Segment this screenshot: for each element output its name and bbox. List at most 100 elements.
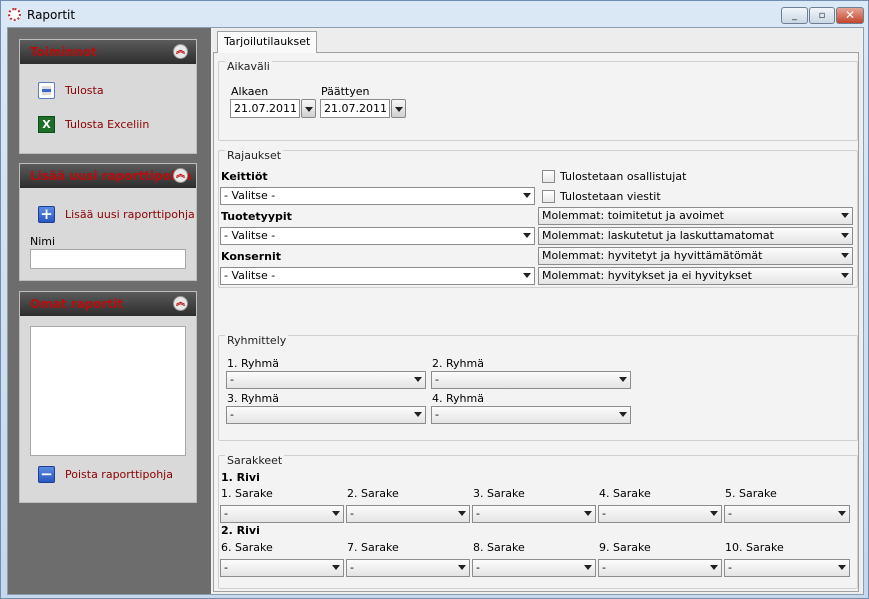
period-title: Aikaväli [225,60,272,73]
report-window: Raportit _ ▫ ✕ Toiminnot ︽ Tulosta X Tul… [0,0,869,599]
column7-select[interactable]: - [346,559,470,577]
credits-select[interactable]: Molemmat: hyvitykset ja ei hyvitykset [538,267,853,285]
chevron-down-icon [523,193,531,198]
print-messages-checkbox[interactable] [542,190,555,203]
print-participants-label: Tulostetaan osallistujat [560,170,687,183]
actions-panel-header[interactable]: Toiminnot ︽ [20,40,196,64]
group3-select[interactable]: - [226,406,426,424]
print-label: Tulosta [65,83,104,97]
credits-value: Molemmat: hyvitykset ja ei hyvitykset [542,269,752,282]
collapse-chevron-icon[interactable]: ︽ [173,296,188,311]
column5-label: 5. Sarake [725,487,777,500]
add-template-panel-title: Lisää uusi raporttipohja [30,169,192,183]
filters-group: Rajaukset Keittiöt - Valitse - Tuotetyyp… [218,149,858,288]
column5-select[interactable]: - [724,505,850,523]
kitchens-select[interactable]: - Valitse - [220,187,535,205]
chevron-down-icon [458,565,466,570]
grouping-group: Ryhmittely 1. Ryhmä - 2. Ryhmä - 3. Ryhm… [218,334,858,441]
maximize-button[interactable]: ▫ [809,7,835,24]
kitchens-label: Keittiöt [221,170,268,183]
print-participants-checkbox[interactable] [542,170,555,183]
groups-select[interactable]: - Valitse - [220,267,535,285]
remove-template-label: Poista raporttipohja [65,467,173,481]
column3-label: 3. Sarake [473,487,525,500]
invoicing-status-select[interactable]: Molemmat: laskutetut ja laskuttamatomat [538,227,853,245]
start-label: Alkaen [231,85,269,98]
print-icon [38,81,55,99]
grouping-title: Ryhmittely [225,334,289,347]
close-button[interactable]: ✕ [836,7,864,24]
column10-select[interactable]: - [724,559,850,577]
chevron-down-icon [619,412,627,417]
credit-status-select[interactable]: Molemmat: hyvitetyt ja hyvittämätömät [538,247,853,265]
minimize-button[interactable]: _ [781,7,808,24]
chevron-down-icon [332,511,340,516]
add-template-panel: Lisää uusi raporttipohja ︽ + Lisää uusi … [19,163,197,281]
column5-value: - [728,507,732,520]
delivery-status-select[interactable]: Molemmat: toimitetut ja avoimet [538,207,853,225]
actions-panel: Toiminnot ︽ Tulosta X Tulosta Exceliin [19,39,197,154]
tab-content: Aikaväli Alkaen 21.07.2011 Päättyen 21.0… [213,52,859,592]
add-template-panel-header[interactable]: Lisää uusi raporttipohja ︽ [20,164,196,188]
column8-label: 8. Sarake [473,541,525,554]
own-reports-list[interactable] [30,326,186,456]
invoicing-status-value: Molemmat: laskutetut ja laskuttamatomat [542,229,774,242]
group3-label: 3. Ryhmä [227,392,279,405]
start-date-input[interactable]: 21.07.2011 [230,99,300,118]
groups-value: - Valitse - [224,269,276,282]
group1-label: 1. Ryhmä [227,357,279,370]
group4-select[interactable]: - [431,406,631,424]
column7-value: - [350,561,354,574]
chevron-down-icon [414,412,422,417]
filters-title: Rajaukset [225,149,284,162]
groups-label: Konsernit [221,250,282,263]
start-date-picker[interactable] [301,99,316,118]
sidebar: Toiminnot ︽ Tulosta X Tulosta Exceliin L… [8,28,211,594]
row2-label: 2. Rivi [221,524,260,537]
end-date-input[interactable]: 21.07.2011 [320,99,390,118]
column6-select[interactable]: - [220,559,344,577]
group2-select[interactable]: - [431,371,631,389]
column4-select[interactable]: - [598,505,722,523]
client-area: Toiminnot ︽ Tulosta X Tulosta Exceliin L… [7,27,864,595]
column8-select[interactable]: - [472,559,596,577]
own-reports-panel-header[interactable]: Omat raportit ︽ [20,292,196,316]
credit-status-value: Molemmat: hyvitetyt ja hyvittämätömät [542,249,763,262]
title-bar[interactable]: Raportit _ ▫ ✕ [1,1,868,29]
minus-icon: − [38,465,55,483]
collapse-chevron-icon[interactable]: ︽ [173,168,188,183]
chevron-down-icon [841,273,849,278]
print-link[interactable]: Tulosta [38,80,104,100]
excel-icon: X [38,115,55,133]
tab-orders[interactable]: Tarjoilutilaukset [217,31,318,53]
add-template-link[interactable]: + Lisää uusi raporttipohja [38,204,195,224]
chevron-down-icon [523,233,531,238]
group1-value: - [230,373,234,386]
chevron-down-icon [838,511,846,516]
chevron-down-icon [584,511,592,516]
product-types-select[interactable]: - Valitse - [220,227,535,245]
column1-select[interactable]: - [220,505,344,523]
column10-value: - [728,561,732,574]
column8-value: - [476,561,480,574]
chevron-down-icon [414,377,422,382]
column1-label: 1. Sarake [221,487,273,500]
column3-select[interactable]: - [472,505,596,523]
group3-value: - [230,408,234,421]
print-excel-label: Tulosta Exceliin [65,117,150,131]
column4-value: - [602,507,606,520]
chevron-down-icon [710,511,718,516]
collapse-chevron-icon[interactable]: ︽ [173,44,188,59]
print-excel-link[interactable]: X Tulosta Exceliin [38,114,149,134]
column2-select[interactable]: - [346,505,470,523]
column4-label: 4. Sarake [599,487,651,500]
template-name-input[interactable] [30,249,186,269]
column9-select[interactable]: - [598,559,722,577]
chevron-down-icon [395,107,403,112]
remove-template-link[interactable]: − Poista raporttipohja [38,464,173,484]
group1-select[interactable]: - [226,371,426,389]
chevron-down-icon [838,565,846,570]
main-area: Tarjoilutilaukset Aikaväli Alkaen 21.07.… [213,28,861,594]
column2-label: 2. Sarake [347,487,399,500]
end-date-picker[interactable] [391,99,406,118]
